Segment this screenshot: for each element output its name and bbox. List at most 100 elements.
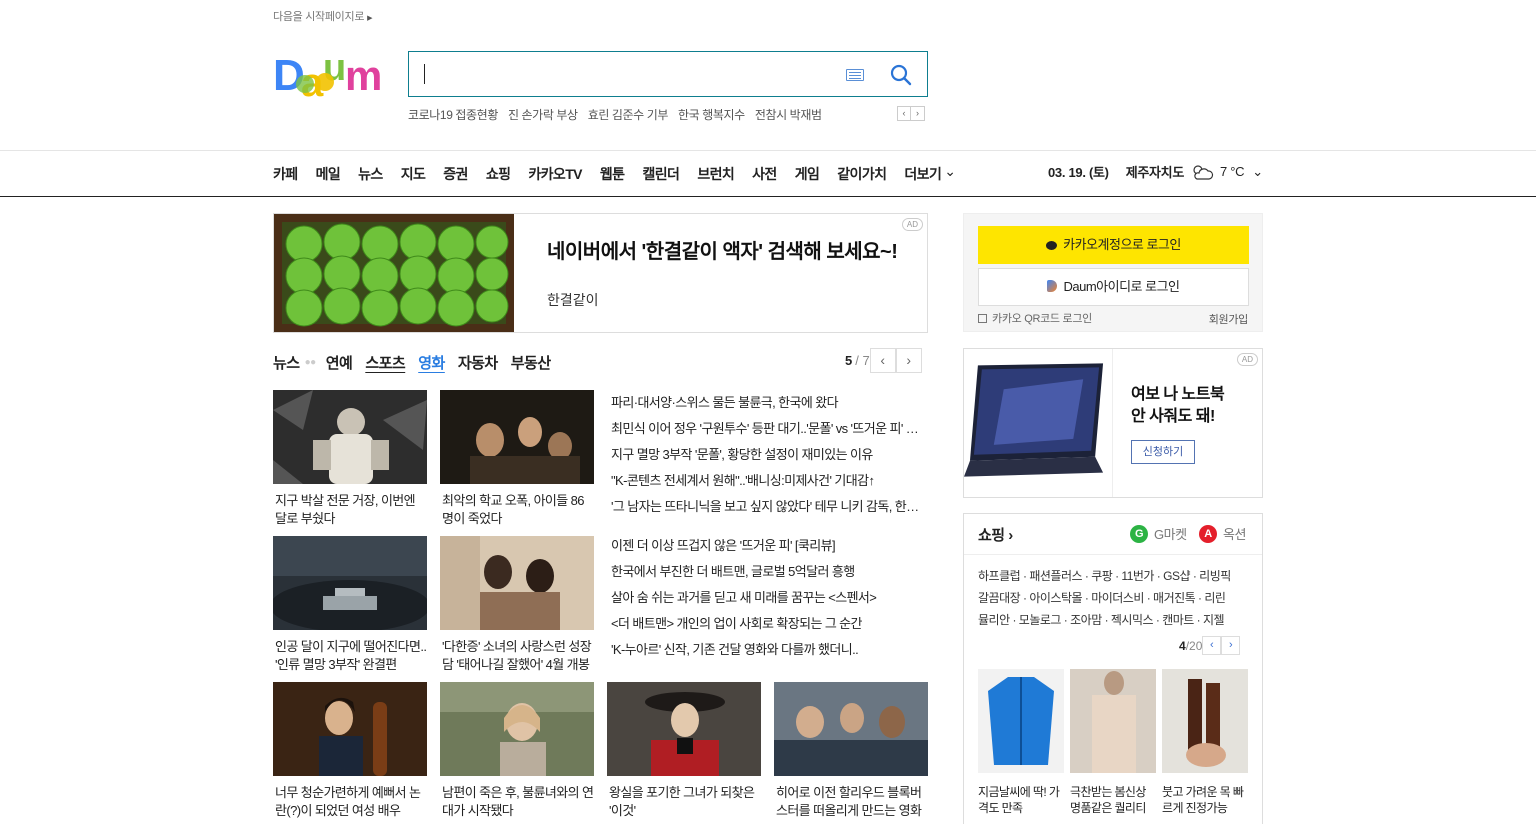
headline-list: 파리·대서양·스위스 물든 불륜극, 한국에 왔다 최민식 이어 정우 '구원투… xyxy=(611,390,928,520)
shopping-link-row[interactable]: 갈끔대장 · 아이스탁몰 · 마이더스비 · 매거진톡 · 리린 xyxy=(978,587,1250,609)
tab-realestate[interactable]: 부동산 xyxy=(511,352,551,373)
nav-item-kakaotv[interactable]: 카카오TV xyxy=(528,164,582,184)
daum-logo[interactable]: D a u m xyxy=(273,50,389,98)
qr-login-link[interactable]: 카카오 QR코드 로그인 xyxy=(978,310,1092,326)
trending-item[interactable]: 전참시 박재범 xyxy=(755,106,822,123)
headline-item[interactable]: 'K-누아르' 신작, 기존 건달 영화와 다를까 했더니.. xyxy=(611,637,928,663)
chevron-left-icon[interactable]: ‹ xyxy=(1202,636,1222,655)
news-card-caption: 지구 박살 전문 거장, 이번엔 달로 부쉈다 xyxy=(275,493,416,526)
chevron-left-icon[interactable]: ‹ xyxy=(869,348,896,373)
nav-item-mail[interactable]: 메일 xyxy=(316,164,341,184)
shopping-link-row[interactable]: 하프클럽 · 패션플러스 · 쿠팡 · 11번가 · GS샵 · 리빙픽 xyxy=(978,565,1250,587)
chevron-right-icon: › xyxy=(1004,527,1013,544)
kakao-login-button[interactable]: 카카오계정으로 로그인 xyxy=(978,226,1249,264)
ad-banner[interactable]: 네이버에서 '한결같이 액자' 검색해 보세요~! 한결같이 AD xyxy=(273,213,928,333)
shopping-page-total: /20 xyxy=(1185,638,1203,653)
nav-more-button[interactable]: 더보기 xyxy=(904,164,955,184)
side-ad-title-line: 안 사줘도 돼! xyxy=(1131,408,1215,425)
news-card[interactable]: 남편이 죽은 후, 불륜녀와의 연대가 시작됐다 xyxy=(440,682,594,820)
shopping-links: 하프클럽 · 패션플러스 · 쿠팡 · 11번가 · GS샵 · 리빙픽 갈끔대… xyxy=(978,565,1250,631)
thumb-princess xyxy=(607,682,761,776)
keyboard-icon[interactable] xyxy=(846,69,864,81)
laptop-image xyxy=(964,349,1113,497)
tab-sports[interactable]: 스포츠 xyxy=(365,352,405,373)
chevron-right-icon[interactable]: › xyxy=(911,106,925,121)
weather-widget[interactable]: 03. 19. (토) 제주자치도 7 °C ⌄ xyxy=(1048,162,1263,181)
product-card[interactable]: 지금날씨에 딱! 가격도 만족 xyxy=(978,669,1064,816)
tab-entertainment[interactable]: 연예 xyxy=(326,352,353,373)
chevron-left-icon[interactable]: ‹ xyxy=(897,106,911,121)
shopping-title-label: 쇼핑 xyxy=(978,527,1005,544)
headline-item[interactable]: 최민식 이어 정우 '구원투수' 등판 대기..'문폴' vs '뜨거운 피' … xyxy=(611,416,928,442)
chevron-right-icon[interactable]: › xyxy=(895,348,922,373)
headline-item[interactable]: "K-콘텐츠 전세계서 원해"..'배니싱:미제사건' 기대감↑ xyxy=(611,468,928,494)
tab-news[interactable]: 뉴스 xyxy=(273,352,300,373)
gmarket-link[interactable]: G G마켓 xyxy=(1130,524,1187,543)
ad-title: 네이버에서 '한결같이 액자' 검색해 보세요~! xyxy=(547,241,898,263)
thumb-astronaut xyxy=(273,390,427,484)
headline-item[interactable]: '그 남자는 뜨타니닉을 보고 싶지 않았다' 테무 니키 감독, 한국 개봉 xyxy=(611,494,928,520)
headline-item[interactable]: <더 배트맨> 개인의 업이 사회로 확장되는 그 순간 xyxy=(611,611,928,637)
headline-item[interactable]: 한국에서 부진한 더 배트맨, 글로벌 5억달러 흥행 xyxy=(611,559,928,585)
news-card[interactable]: 지구 박살 전문 거장, 이번엔 달로 부쉈다 xyxy=(273,390,427,528)
signup-link[interactable]: 회원가입 xyxy=(1209,311,1249,327)
headline-item[interactable]: 지구 멸망 3부작 '문폴', 황당한 설정이 재미있는 이유 xyxy=(611,442,928,468)
pager-current: 5 xyxy=(845,353,853,368)
pager-total: / 7 xyxy=(855,353,870,368)
apply-button[interactable]: 신청하기 xyxy=(1131,440,1195,464)
news-card[interactable]: 너무 청순가련하게 예뻐서 논란(?)이 되었던 여성 배우 xyxy=(273,682,427,820)
search-input[interactable] xyxy=(423,62,823,86)
headline-item[interactable]: 살아 숨 쉬는 과거를 딛고 새 미래를 꿈꾸는 <스펜서> xyxy=(611,585,928,611)
nav-item-calendar[interactable]: 캘린더 xyxy=(642,164,679,184)
news-card[interactable]: 최악의 학교 오폭, 아이들 86명이 죽었다 xyxy=(440,390,594,528)
tab-auto[interactable]: 자동차 xyxy=(458,352,498,373)
side-ad-title: 여보 나 노트북안 사줘도 돼! xyxy=(1131,384,1225,428)
headline-list: 이젠 더 이상 뜨겁지 않은 '뜨거운 피' [쿡리뷰] 한국에서 부진한 더 … xyxy=(611,533,928,663)
nav-item-game[interactable]: 게임 xyxy=(795,164,820,184)
thumb-cellist xyxy=(273,682,427,776)
nav-item-map[interactable]: 지도 xyxy=(401,164,426,184)
news-card[interactable]: 왕실을 포기한 그녀가 되찾은 '이것' xyxy=(607,682,761,820)
nav-item-news[interactable]: 뉴스 xyxy=(358,164,383,184)
shopping-title[interactable]: 쇼핑 › xyxy=(978,524,1013,545)
shopping-link-row[interactable]: 뮬리안 · 모놀로그 · 조아맘 · 젝시믹스 · 캔마트 · 지젤 xyxy=(978,609,1250,631)
product-card[interactable]: 붓고 가려운 목 빠르게 진정가능 xyxy=(1162,669,1248,816)
auction-link[interactable]: A 옥션 xyxy=(1199,524,1246,543)
shopping-pager: 4 /20 ‹ › xyxy=(1179,636,1241,655)
chevron-down-icon[interactable]: ⌄ xyxy=(1252,164,1263,180)
nav-item-brunch[interactable]: 브런치 xyxy=(697,164,734,184)
nav-item-webtoon[interactable]: 웹툰 xyxy=(600,164,625,184)
daum-d-icon xyxy=(1047,280,1058,292)
news-card-caption: 인공 달이 지구에 떨어진다면.. '인류 멸망 3부작' 완결편 xyxy=(275,639,427,672)
nav-item-shopping[interactable]: 쇼핑 xyxy=(486,164,511,184)
side-ad[interactable]: 여보 나 노트북 안 사줘도 돼! 신청하기 AD xyxy=(963,348,1263,498)
trending-item[interactable]: 코로나19 접종현황 xyxy=(408,106,498,123)
product-card[interactable]: 극찬받는 봄신상 명품같은 퀄리티 xyxy=(1070,669,1156,816)
trending-item[interactable]: 효린 김준수 기부 xyxy=(588,106,669,123)
daum-login-button[interactable]: Daum아이디로 로그인 xyxy=(978,268,1249,306)
search-icon[interactable] xyxy=(887,62,915,88)
trending-item[interactable]: 한국 행복지수 xyxy=(678,106,745,123)
news-card[interactable]: 히어로 이전 할리우드 블록버스터를 떠올리게 만드는 영화 xyxy=(774,682,928,820)
qr-login-label: 카카오 QR코드 로그인 xyxy=(992,313,1092,325)
divider xyxy=(964,554,1262,555)
nav-item-together[interactable]: 같이가치 xyxy=(837,164,887,184)
svg-text:m: m xyxy=(345,52,382,98)
tab-movie[interactable]: 영화 xyxy=(418,352,445,373)
set-start-page-link[interactable]: 다음을 시작페이지로 ▶ xyxy=(273,8,373,24)
news-tabs: 뉴스 ●● 연예 스포츠 영화 자동차 부동산 xyxy=(273,352,564,373)
trending-item[interactable]: 진 손가락 부상 xyxy=(508,106,578,123)
shopping-box: 쇼핑 › G G마켓 A 옥션 하프클럽 · 패션플러스 · 쿠팡 · 11번가 ·… xyxy=(963,513,1263,824)
news-card[interactable]: '다한증' 소녀의 사랑스런 성장담 '태어나길 잘했어' 4월 개봉 xyxy=(440,536,594,674)
nav-item-dictionary[interactable]: 사전 xyxy=(752,164,777,184)
headline-item[interactable]: 파리·대서양·스위스 물든 불륜극, 한국에 왔다 xyxy=(611,390,928,416)
news-card-caption: 최악의 학교 오폭, 아이들 86명이 죽었다 xyxy=(442,493,585,526)
chevron-right-icon[interactable]: › xyxy=(1221,636,1241,655)
nav-item-cafe[interactable]: 카페 xyxy=(273,164,298,184)
nav-item-stock[interactable]: 증권 xyxy=(443,164,468,184)
side-ad-title-line: 여보 나 노트북 xyxy=(1131,386,1225,403)
headline-item[interactable]: 이젠 더 이상 뜨겁지 않은 '뜨거운 피' [쿡리뷰] xyxy=(611,533,928,559)
start-page-label: 다음을 시작페이지로 xyxy=(273,11,365,23)
news-card[interactable]: 인공 달이 지구에 떨어진다면.. '인류 멸망 3부작' 완결편 xyxy=(270,536,430,674)
trending-keywords: 코로나19 접종현황 진 손가락 부상 효린 김준수 기부 한국 행복지수 전참… xyxy=(408,106,822,123)
